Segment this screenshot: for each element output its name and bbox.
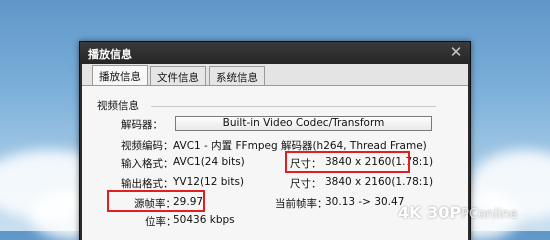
output-format-value: YV12(12 bits) — [173, 176, 245, 188]
watermark-sub: PConline — [461, 207, 518, 222]
tab-system-info[interactable]: 系统信息 — [209, 66, 265, 85]
tab-strip: 播放信息 文件信息 系统信息 — [82, 64, 468, 85]
output-size-label: 尺寸： — [290, 178, 322, 190]
watermark: 4K 30PPConline — [398, 203, 518, 222]
dialog-title: 播放信息 — [88, 48, 132, 61]
input-format-label: 输入格式： — [121, 158, 174, 170]
tab-playback-info[interactable]: 播放信息 — [92, 65, 148, 85]
current-fps-value: 30.13 -> 30.47 — [325, 196, 405, 208]
close-icon[interactable]: ✕ — [448, 44, 464, 60]
output-size-value: 3840 x 2160(1.78:1) — [325, 176, 434, 188]
watermark-main: 4K 30P — [398, 203, 462, 222]
decoder-label: 解码器： — [121, 119, 163, 131]
output-format-label: 输出格式： — [121, 178, 174, 190]
group-divider — [151, 106, 436, 107]
size-highlight-box — [285, 151, 410, 173]
bitrate-label: 位率： — [145, 216, 177, 228]
framerate-highlight-box — [107, 190, 205, 212]
decoder-button[interactable]: Built-in Video Codec/Transform — [175, 116, 432, 131]
bitrate-value: 50436 kbps — [173, 214, 235, 226]
codec-label: 视频编码： — [121, 140, 174, 152]
title-bar: 播放信息 ✕ — [80, 42, 470, 64]
input-format-value: AVC1(24 bits) — [173, 156, 245, 168]
current-fps-label: 当前帧率： — [275, 198, 328, 210]
video-info-group-title: 视频信息 — [97, 100, 139, 112]
tab-file-info[interactable]: 文件信息 — [150, 66, 206, 85]
